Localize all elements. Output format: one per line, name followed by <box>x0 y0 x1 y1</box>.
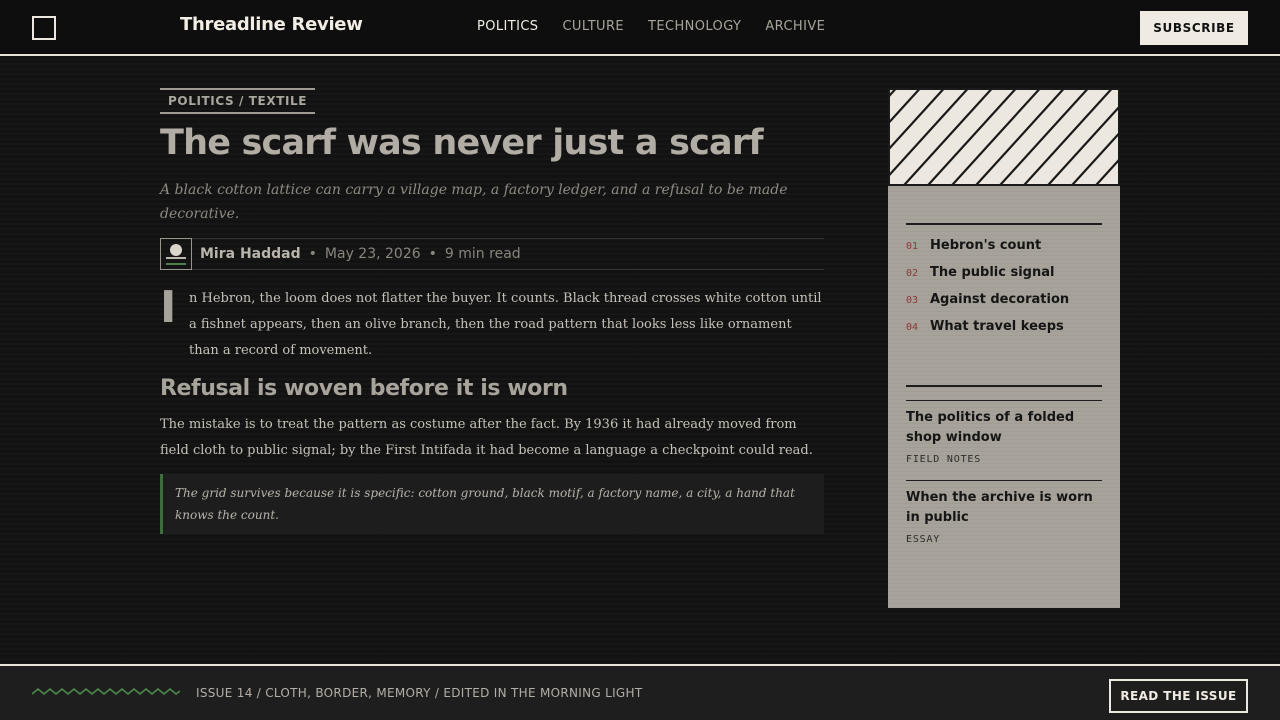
zigzag-icon <box>32 687 180 696</box>
article-title: The scarf was never just a scarf <box>160 123 764 163</box>
related-divider <box>906 385 1102 387</box>
related-story-tag: FIELD NOTES <box>906 454 982 465</box>
read-time: 9 min read <box>444 246 521 262</box>
related-story[interactable]: The politics of a folded shop window FIE… <box>906 408 1102 465</box>
square-logo-icon[interactable] <box>32 16 56 40</box>
toc-number: 01 <box>906 241 919 252</box>
site-footer: ISSUE 14 / CLOTH, BORDER, MEMORY / EDITE… <box>0 664 1280 720</box>
subscribe-button[interactable]: SUBSCRIBE <box>1140 11 1248 45</box>
toc-item[interactable]: 04 What travel keeps <box>906 319 1102 346</box>
main-nav: POLITICS CULTURE TECHNOLOGY ARCHIVE <box>477 19 825 34</box>
nav-item-politics[interactable]: POLITICS <box>477 19 538 34</box>
lead-text: n Hebron, the loom does not flatter the … <box>189 291 822 358</box>
read-issue-button[interactable]: READ THE ISSUE <box>1109 679 1248 713</box>
related-divider <box>906 400 1102 401</box>
brand-title[interactable]: Threadline Review <box>180 14 363 35</box>
lead-paragraph: I n Hebron, the loom does not flatter th… <box>160 286 824 364</box>
issue-line: ISSUE 14 / CLOTH, BORDER, MEMORY / EDITE… <box>196 686 643 700</box>
site-header: Threadline Review POLITICS CULTURE TECHN… <box>0 0 1280 56</box>
nav-item-archive[interactable]: ARCHIVE <box>765 19 825 34</box>
author-name[interactable]: Mira Haddad <box>200 246 301 262</box>
body-paragraph: The mistake is to treat the pattern as c… <box>160 417 813 458</box>
byline-separator: • <box>428 246 437 262</box>
table-of-contents: 01 Hebron's count 02 The public signal 0… <box>906 238 1102 346</box>
publish-date: May 23, 2026 <box>324 246 421 262</box>
article: POLITICS / TEXTILE The scarf was never j… <box>160 88 824 534</box>
related-story-title[interactable]: The politics of a folded shop window <box>906 408 1102 448</box>
toc-item[interactable]: 02 The public signal <box>906 265 1102 292</box>
related-story[interactable]: When the archive is worn in public ESSAY <box>906 488 1102 545</box>
toc-label[interactable]: Against decoration <box>930 292 1069 307</box>
toc-item[interactable]: 03 Against decoration <box>906 292 1102 319</box>
article-dek: A black cotton lattice can carry a villa… <box>160 182 788 222</box>
toc-number: 04 <box>906 322 919 333</box>
hatch-pattern <box>888 88 1120 186</box>
toc-label[interactable]: Hebron's count <box>930 238 1041 253</box>
related-story-title[interactable]: When the archive is worn in public <box>906 488 1102 528</box>
sidebar: 01 Hebron's count 02 The public signal 0… <box>888 88 1120 608</box>
toc-label[interactable]: What travel keeps <box>930 319 1064 334</box>
dropcap: I <box>160 282 177 333</box>
toc-label[interactable]: The public signal <box>930 265 1054 280</box>
toc-item[interactable]: 01 Hebron's count <box>906 238 1102 265</box>
related-story-tag: ESSAY <box>906 534 941 545</box>
toc-number: 03 <box>906 295 919 306</box>
toc-number: 02 <box>906 268 919 279</box>
nav-item-culture[interactable]: CULTURE <box>562 19 624 34</box>
author-avatar-icon[interactable] <box>160 238 192 270</box>
related-divider <box>906 480 1102 481</box>
pull-quote: The grid survives because it is specific… <box>160 474 824 534</box>
section-subhead: Refusal is woven before it is worn <box>160 376 568 401</box>
byline: Mira Haddad • May 23, 2026 • 9 min read <box>160 238 824 270</box>
section-kicker[interactable]: POLITICS / TEXTILE <box>160 88 316 114</box>
byline-separator: • <box>308 246 317 262</box>
nav-item-technology[interactable]: TECHNOLOGY <box>648 19 741 34</box>
toc-divider <box>906 223 1102 225</box>
